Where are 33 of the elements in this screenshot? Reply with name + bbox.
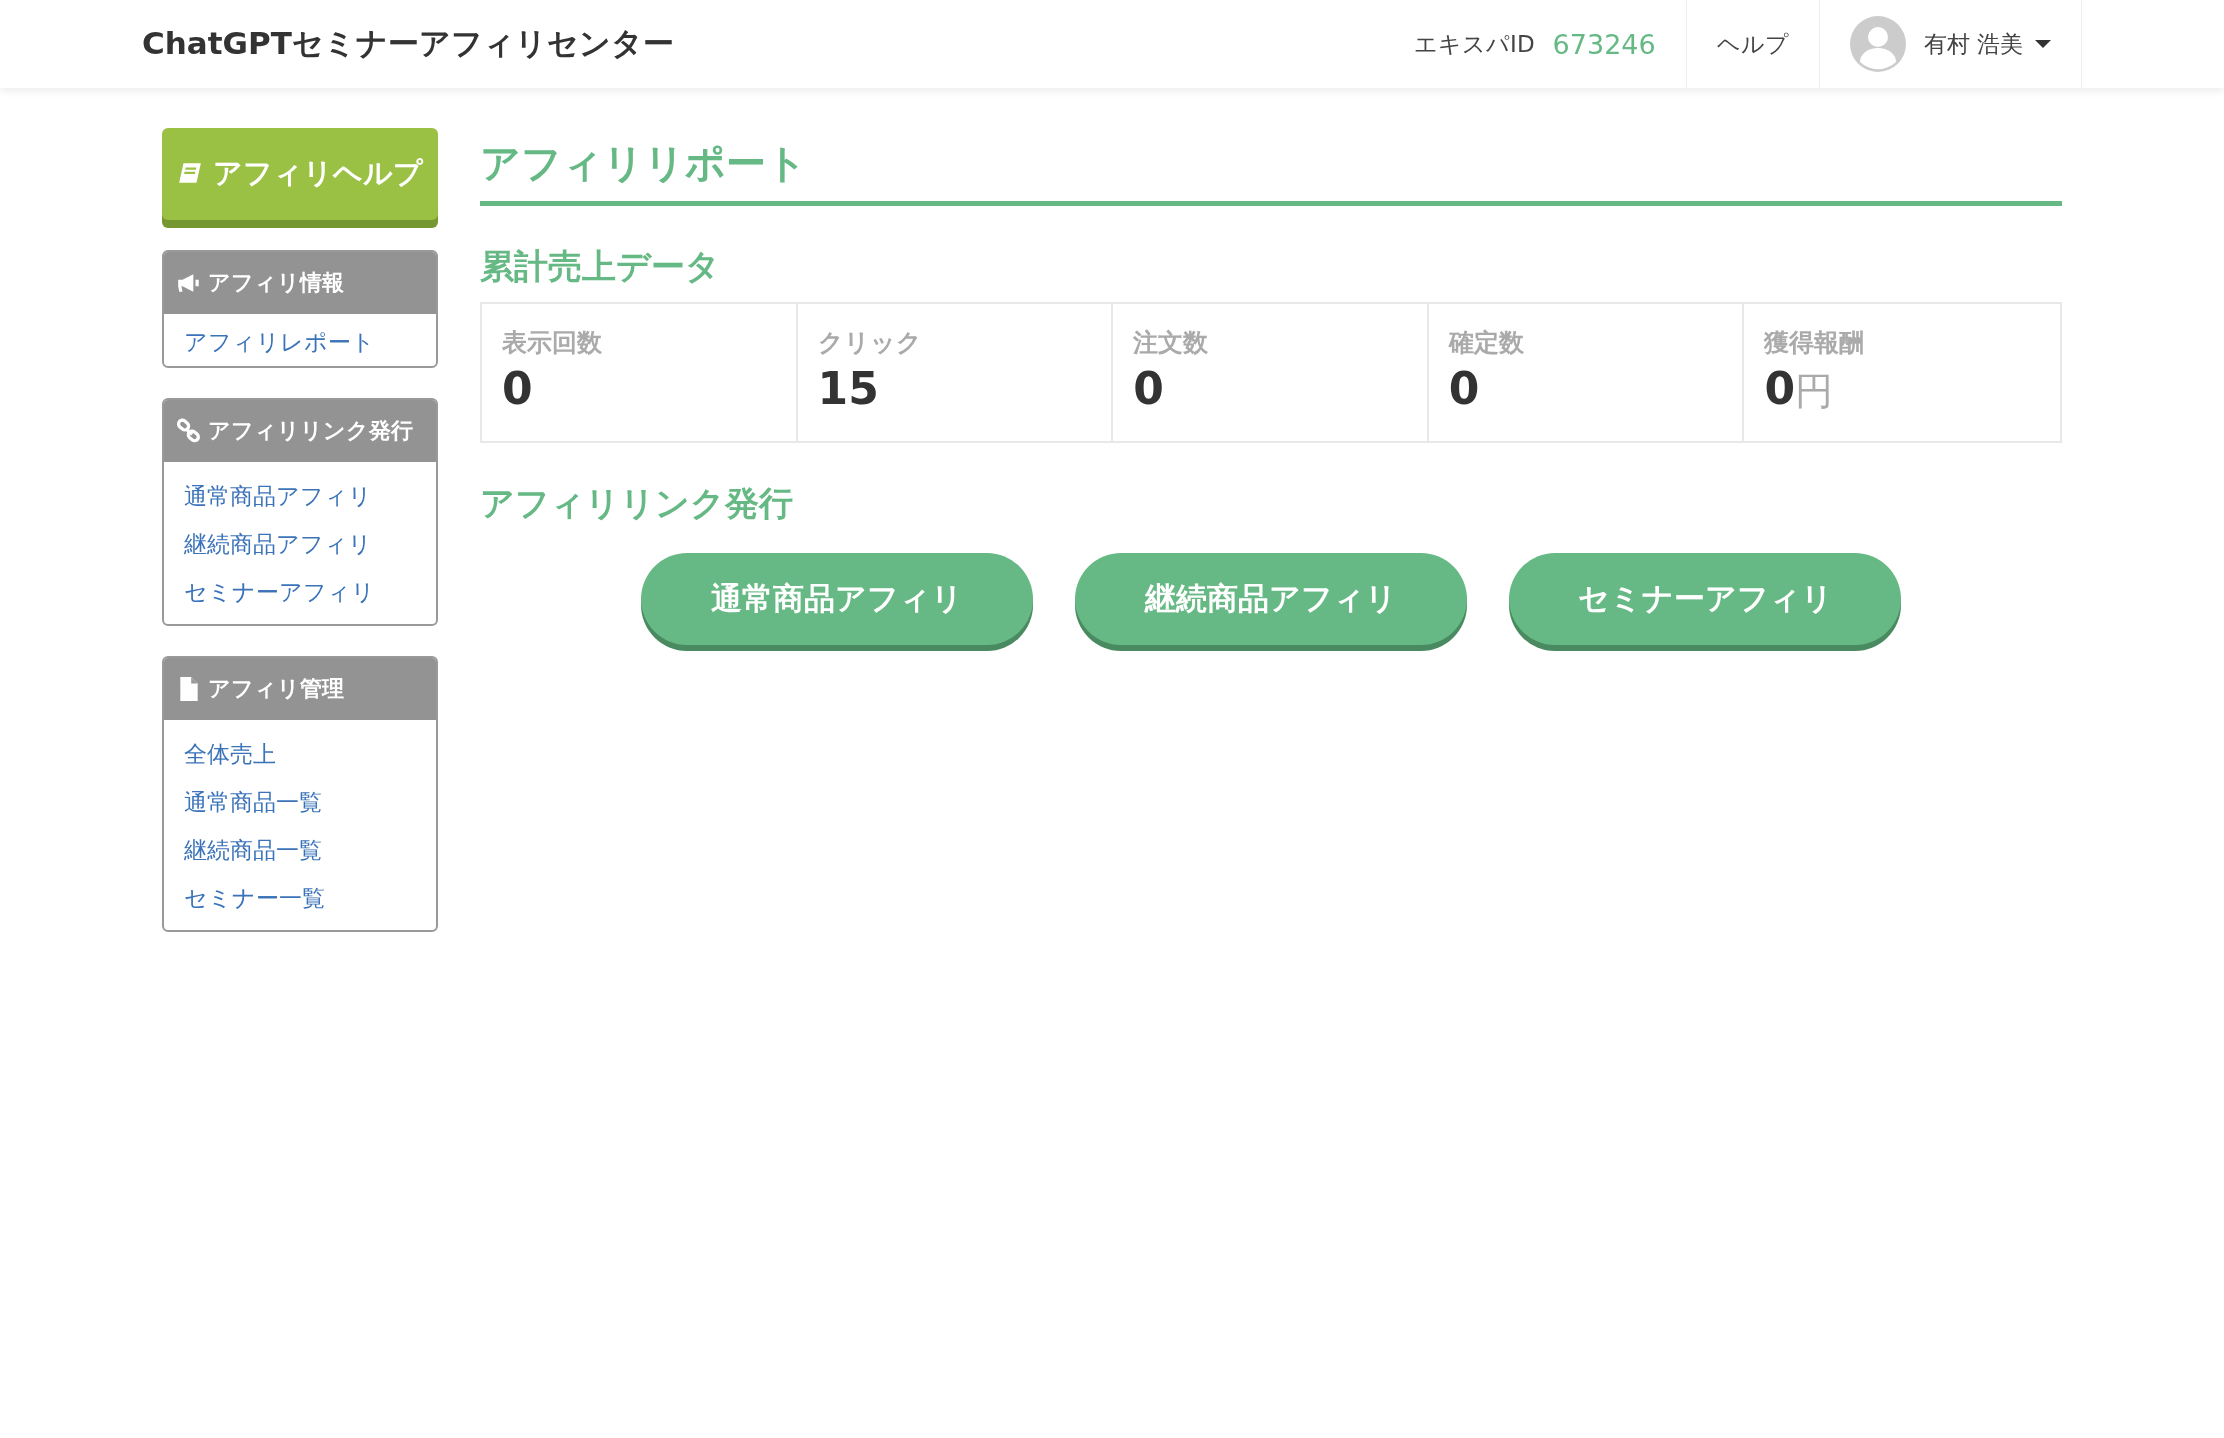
section-title: 累計売上データ — [480, 245, 721, 288]
menu-link[interactable]: アフィリレポート — [164, 318, 436, 366]
user-menu[interactable]: 有村 浩美 — [1923, 28, 2051, 60]
stat-value: 0 — [1133, 363, 1164, 414]
stat-label: 獲得報酬 — [1764, 327, 1866, 359]
help-link[interactable]: ヘルプ — [1716, 28, 1789, 60]
id-label: エキスパID — [1414, 29, 1535, 59]
site-title: ChatGPTセミナーアフィリセンター — [142, 24, 675, 63]
id-value: 673246 — [1552, 28, 1656, 60]
menu-link[interactable]: 通常商品アフィリ — [164, 472, 436, 520]
stat-label: 確定数 — [1448, 327, 1525, 359]
stat-value: 0 — [502, 363, 533, 414]
stat-label: 注文数 — [1133, 327, 1210, 359]
stat-value: 0 — [1764, 363, 1795, 414]
menu-link[interactable]: セミナー一覧 — [164, 874, 436, 922]
avatar-icon — [1849, 16, 1906, 72]
menu-link[interactable]: 全体売上 — [164, 730, 436, 778]
menu-link[interactable]: 継続商品一覧 — [164, 826, 436, 874]
menu-link[interactable]: 通常商品一覧 — [164, 778, 436, 826]
page-title: アフィリリポート — [480, 128, 2062, 206]
panel-title: アフィリリンク発行 — [208, 417, 413, 445]
stat-label: クリック — [817, 327, 923, 359]
menu-link[interactable]: セミナーアフィリ — [164, 568, 436, 616]
link-icon — [176, 418, 202, 444]
panel-title: アフィリ情報 — [208, 269, 344, 297]
stat-value: 15 — [817, 363, 879, 414]
menu-link[interactable]: 継続商品アフィリ — [164, 520, 436, 568]
stat-value: 0 — [1448, 363, 1480, 414]
panel-title: アフィリ管理 — [208, 675, 344, 703]
caret-icon — [2035, 39, 2051, 49]
section-title: アフィリリンク発行 — [480, 482, 794, 525]
stat-unit: 円 — [1795, 368, 1833, 415]
stat-label: 表示回数 — [502, 327, 603, 359]
